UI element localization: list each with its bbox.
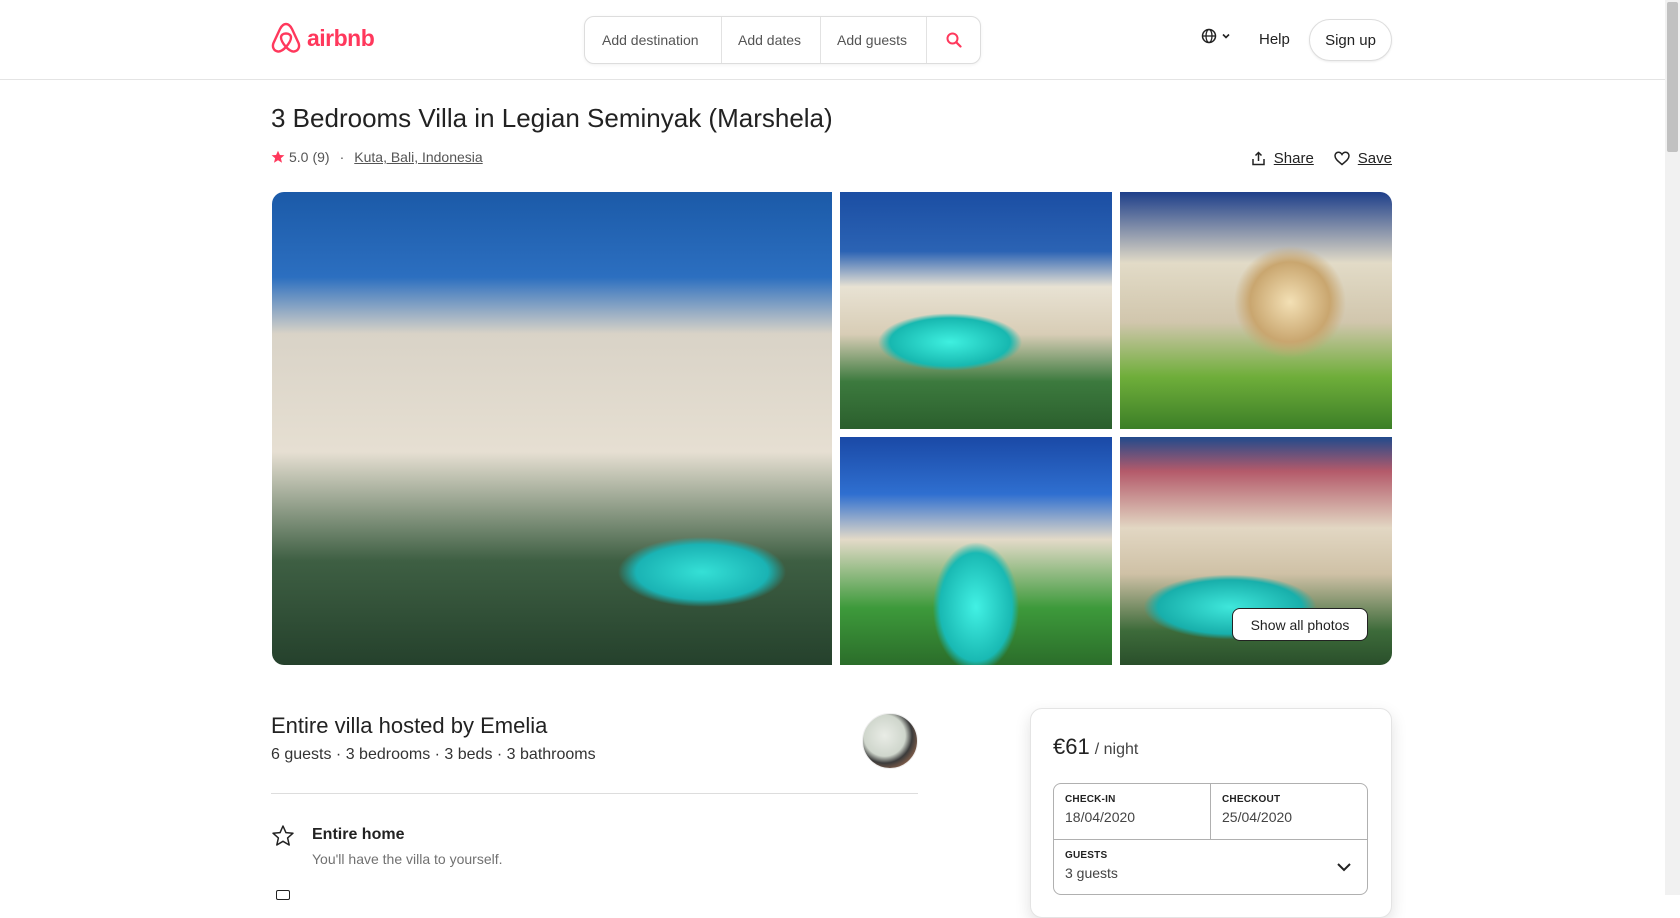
- listing-summary: 6 guests · 3 bedrooms · 3 beds · 3 bathr…: [271, 746, 596, 763]
- checkout-field[interactable]: CHECKOUT 25/04/2020: [1211, 784, 1368, 839]
- checkout-label: CHECKOUT: [1222, 794, 1281, 805]
- search-button[interactable]: [927, 17, 980, 63]
- checkin-value: 18/04/2020: [1065, 809, 1136, 825]
- page-scrollbar[interactable]: [1665, 0, 1680, 895]
- guests-label: GUESTS: [1065, 850, 1108, 861]
- feature-title: Entire home: [312, 826, 405, 843]
- brand-name: airbnb: [307, 24, 375, 51]
- listing-actions: Share Save: [1251, 150, 1392, 167]
- checkin-label: CHECK-IN: [1065, 794, 1116, 805]
- airbnb-logo[interactable]: airbnb: [271, 22, 375, 54]
- heart-icon: [1334, 151, 1350, 166]
- photo-main[interactable]: [272, 192, 832, 665]
- save-label: Save: [1357, 150, 1392, 167]
- scrollbar-thumb[interactable]: [1667, 2, 1678, 152]
- meta-separator: ·: [339, 149, 345, 165]
- top-header: airbnb Add destination Add dates Add gue…: [0, 0, 1665, 80]
- share-label: Share: [1273, 150, 1314, 167]
- help-link[interactable]: Help: [1259, 31, 1290, 48]
- listing-meta: 5.0 (9) · Kuta, Bali, Indonesia: [271, 149, 483, 165]
- photo-gallery: [272, 192, 1392, 665]
- chevron-down-icon: [1222, 33, 1230, 39]
- booking-inputs: CHECK-IN 18/04/2020 CHECKOUT 25/04/2020 …: [1053, 783, 1368, 895]
- star-icon: [271, 150, 285, 163]
- checkout-value: 25/04/2020: [1222, 809, 1293, 825]
- globe-icon: [1201, 28, 1217, 44]
- feature-next-icon: [276, 890, 290, 900]
- section-divider: [271, 793, 918, 794]
- star-outline-icon: [271, 824, 295, 853]
- save-button[interactable]: Save: [1334, 150, 1392, 167]
- share-button[interactable]: Share: [1251, 150, 1314, 167]
- search-icon: [946, 32, 962, 48]
- price-unit: / night: [1094, 741, 1139, 758]
- booking-card: €61 / night CHECK-IN 18/04/2020 CHECKOUT…: [1030, 708, 1392, 918]
- host-avatar[interactable]: [862, 713, 918, 769]
- checkin-field[interactable]: CHECK-IN 18/04/2020: [1054, 784, 1211, 839]
- review-count[interactable]: (9): [312, 149, 329, 165]
- chevron-down-icon: [1337, 863, 1351, 872]
- host-title: Entire villa hosted by Emelia: [271, 713, 548, 738]
- airbnb-logo-icon: [271, 22, 301, 53]
- language-selector[interactable]: [1201, 28, 1231, 44]
- signup-button[interactable]: Sign up: [1309, 19, 1392, 61]
- share-icon: [1252, 151, 1265, 166]
- price-block: €61 / night: [1053, 734, 1138, 760]
- guests-field[interactable]: GUESTS 3 guests: [1054, 839, 1367, 895]
- destination-input[interactable]: Add destination: [585, 17, 722, 63]
- listing-title: 3 Bedrooms Villa in Legian Seminyak (Mar…: [271, 103, 833, 133]
- photo-3[interactable]: [1120, 192, 1392, 429]
- dates-input[interactable]: Add dates: [722, 17, 821, 63]
- price-amount: €61: [1053, 734, 1090, 759]
- location-link[interactable]: Kuta, Bali, Indonesia: [354, 149, 482, 165]
- guests-input[interactable]: Add guests: [821, 17, 927, 63]
- show-all-photos-button[interactable]: Show all photos: [1232, 608, 1368, 641]
- search-bar: Add destination Add dates Add guests: [584, 16, 981, 64]
- feature-description: You'll have the villa to yourself.: [312, 851, 503, 867]
- rating-value: 5.0: [289, 149, 309, 165]
- guests-value: 3 guests: [1065, 865, 1118, 881]
- photo-2[interactable]: [840, 192, 1112, 429]
- photo-4[interactable]: [840, 437, 1112, 665]
